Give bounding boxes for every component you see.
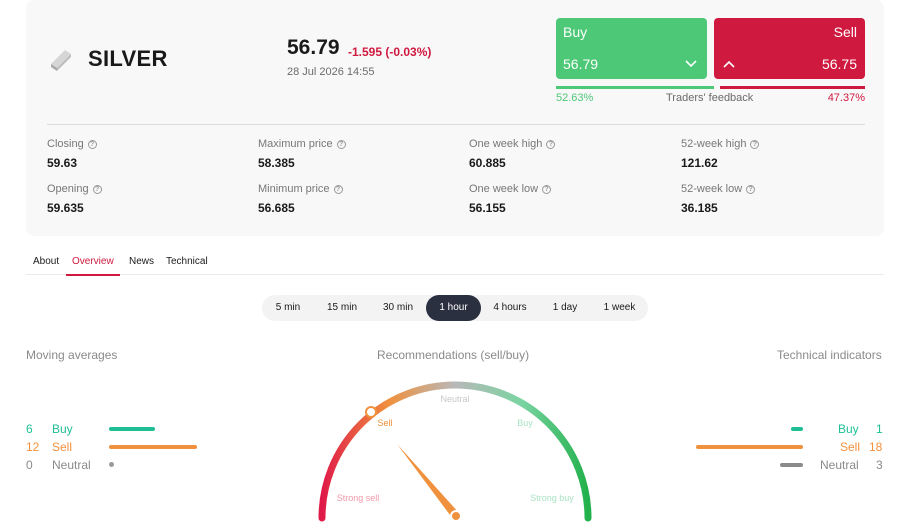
stat-label: Closing (47, 138, 84, 150)
stat-value: 121.62 (681, 156, 718, 170)
ma-buy-count: 6 (26, 422, 33, 436)
stat-value: 60.885 (469, 156, 506, 170)
help-icon[interactable]: ? (336, 139, 346, 149)
gauge-label-strong-buy: Strong buy (530, 493, 574, 503)
timeframe-4-hours[interactable]: 4 hours (481, 295, 539, 321)
instrument-card: SILVER 56.79 -1.595 (-0.03%) 28 Jul 2026… (26, 0, 884, 236)
tab-news[interactable]: News (129, 256, 154, 274)
stat-value: 36.185 (681, 201, 718, 215)
feedback-sell-bar (720, 86, 865, 89)
ti-buy-count: 1 (876, 422, 883, 436)
help-icon[interactable]: ? (750, 139, 760, 149)
gauge-needle (397, 444, 459, 519)
price-change: -1.595 (-0.03%) (348, 45, 432, 59)
technical-indicators-title: Technical indicators (777, 348, 882, 362)
timeframe-30-min[interactable]: 30 min (370, 295, 426, 321)
chevron-up-icon (723, 60, 735, 68)
gauge-label-sell: Sell (377, 418, 392, 428)
stat-label: 52-week low (681, 183, 743, 195)
stat-closing: Closing? 59.63 (47, 138, 97, 170)
help-icon[interactable]: ? (546, 139, 556, 149)
stat-one-week-low: One week low? 56.155 (469, 183, 552, 215)
help-icon[interactable]: ? (746, 184, 756, 194)
timeframe-5-min[interactable]: 5 min (262, 295, 314, 321)
ma-sell-bar (109, 445, 197, 449)
feedback-buy-percent: 52.63% (556, 92, 594, 104)
help-icon[interactable]: ? (92, 184, 102, 194)
recommendations-title: Recommendations (sell/buy) (377, 348, 530, 362)
stat-label: Opening (47, 183, 89, 195)
ma-buy-bar (109, 427, 155, 431)
buy-button[interactable]: Buy 56.79 (556, 18, 707, 79)
gauge-label-strong-sell: Strong sell (337, 493, 380, 503)
tab-overview[interactable]: Overview (66, 256, 120, 276)
sell-button[interactable]: Sell 56.75 (714, 18, 865, 79)
tab-bar: About Overview News Technical (26, 250, 884, 276)
stat-52-week-high: 52-week high? 121.62 (681, 138, 760, 170)
ti-buy-label: Buy (838, 422, 859, 436)
stat-value: 59.635 (47, 201, 84, 215)
timeframe-15-min[interactable]: 15 min (314, 295, 370, 321)
stat-value: 56.155 (469, 201, 506, 215)
stat-label: Maximum price (258, 138, 333, 150)
ma-sell-label: Sell (52, 440, 73, 454)
sell-button-label: Sell (833, 24, 857, 40)
stat-opening: Opening? 59.635 (47, 183, 102, 215)
stat-value: 58.385 (258, 156, 295, 170)
buy-price: 56.79 (563, 56, 599, 72)
stat-value: 56.685 (258, 201, 295, 215)
stat-minimum-price: Minimum price? 56.685 (258, 183, 343, 215)
sell-price: 56.75 (821, 56, 857, 72)
price-datetime: 28 Jul 2026 14:55 (287, 66, 375, 78)
ma-buy-label: Buy (52, 422, 73, 436)
moving-averages-title: Moving averages (26, 348, 118, 362)
recommendation-gauge: Strong sell Sell Neutral Buy Strong buy (318, 381, 592, 522)
instrument-name: SILVER (88, 46, 168, 71)
stat-label: One week high (469, 138, 543, 150)
stat-52-week-low: 52-week low? 36.185 (681, 183, 756, 215)
stat-label: 52-week high (681, 138, 747, 150)
buy-button-label: Buy (563, 24, 588, 40)
ma-neutral-bar (109, 462, 114, 467)
ti-neutral-bar (780, 463, 803, 467)
ti-neutral-label: Neutral (820, 458, 859, 472)
feedback-label: Traders' feedback (666, 92, 754, 104)
timeframe-1-week[interactable]: 1 week (591, 295, 648, 321)
stat-one-week-high: One week high? 60.885 (469, 138, 556, 170)
ma-neutral-label: Neutral (52, 458, 91, 472)
help-icon[interactable]: ? (542, 184, 552, 194)
help-icon[interactable]: ? (333, 184, 343, 194)
tab-technical[interactable]: Technical (166, 256, 208, 274)
page: SILVER 56.79 -1.595 (-0.03%) 28 Jul 2026… (0, 0, 900, 527)
gauge-needle-pivot (450, 510, 462, 522)
feedback-sell-percent: 47.37% (827, 92, 865, 104)
stat-maximum-price: Maximum price? 58.385 (258, 138, 346, 170)
ti-sell-bar (696, 445, 803, 449)
card-divider (47, 124, 865, 125)
gauge-label-buy: Buy (517, 418, 533, 428)
timeframe-selector: 5 min 15 min 30 min 1 hour 4 hours 1 day… (262, 295, 648, 321)
ma-neutral-count: 0 (26, 458, 33, 472)
timeframe-1-day[interactable]: 1 day (539, 295, 591, 321)
ti-sell-label: Sell (840, 440, 861, 454)
silver-bar-icon (51, 50, 71, 71)
timeframe-1-hour[interactable]: 1 hour (426, 295, 481, 321)
tab-about[interactable]: About (33, 256, 59, 274)
stat-value: 59.63 (47, 156, 78, 170)
feedback-buy-bar (556, 86, 714, 89)
stat-label: Minimum price (258, 183, 330, 195)
help-icon[interactable]: ? (87, 139, 97, 149)
ti-neutral-count: 3 (876, 458, 883, 472)
ti-sell-count: 18 (869, 440, 883, 454)
stat-label: One week low (469, 183, 539, 195)
chevron-down-icon (685, 60, 697, 68)
gauge-current-marker (365, 406, 377, 418)
ti-buy-bar (791, 427, 803, 431)
ma-sell-count: 12 (26, 440, 40, 454)
gauge-label-neutral: Neutral (440, 394, 469, 404)
current-price: 56.79 (287, 36, 340, 59)
